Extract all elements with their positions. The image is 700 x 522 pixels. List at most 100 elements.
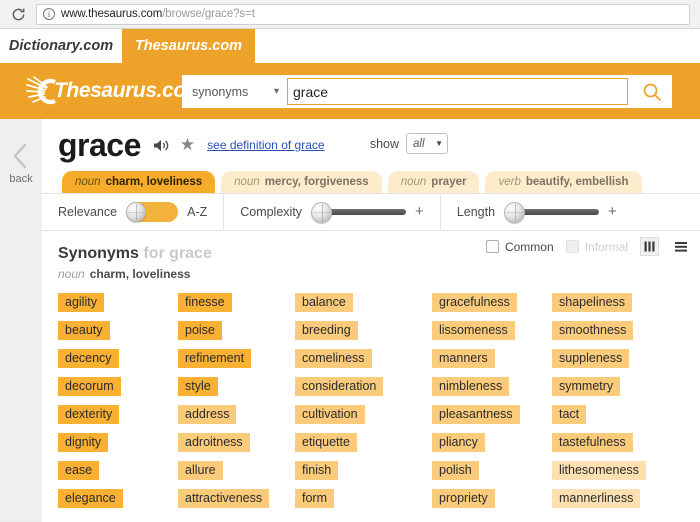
relevance-toggle-knob[interactable] [126, 202, 147, 222]
caret-down-icon: ▼ [435, 139, 443, 148]
synonym-item[interactable]: decency [58, 349, 119, 368]
length-slider-knob[interactable] [504, 201, 526, 223]
length-slider-track[interactable] [521, 209, 600, 215]
search-icon[interactable] [632, 75, 672, 108]
sense-tab-strip: noun charm, loveliness noun mercy, forgi… [42, 171, 700, 193]
synonym-item[interactable]: style [178, 377, 218, 396]
synonym-item[interactable]: pleasantness [432, 405, 520, 424]
common-checkbox[interactable]: Common [485, 239, 554, 254]
synonym-item[interactable]: smoothness [552, 321, 634, 340]
synonym-item[interactable]: shapeliness [552, 293, 633, 312]
relevance-toggle[interactable] [126, 202, 179, 222]
synonym-item[interactable]: comeliness [295, 349, 372, 368]
synonym-item[interactable]: elegance [58, 489, 123, 508]
site-tab-thesaurus[interactable]: Thesaurus.com [122, 29, 255, 63]
sense-tab-2[interactable]: noun prayer [387, 171, 480, 193]
address-bar[interactable]: i www.thesaurus.com/browse/grace?s=t [36, 3, 690, 25]
complexity-slider[interactable]: + [311, 201, 424, 223]
complexity-slider-track[interactable] [328, 209, 407, 215]
synonym-item[interactable]: dexterity [58, 405, 120, 424]
informal-checkbox-label: Informal [584, 239, 628, 254]
synonym-item[interactable]: tastefulness [552, 433, 633, 452]
synonyms-sub-pos: noun [58, 267, 85, 281]
url-host: www.thesaurus.com [61, 8, 163, 20]
complexity-slider-knob[interactable] [311, 201, 333, 223]
synonym-item[interactable]: adroitness [178, 433, 250, 452]
synonym-item[interactable]: breeding [295, 321, 358, 340]
synonyms-column-3: balance breeding comeliness consideration cu… [295, 293, 432, 508]
site-logo[interactable]: Thesaurus.com [26, 74, 204, 108]
synonym-item[interactable]: symmetry [552, 377, 621, 396]
common-checkbox-label: Common [504, 239, 554, 254]
sense-tab-1[interactable]: noun mercy, forgiveness [221, 171, 382, 193]
page-info-icon[interactable]: i [43, 8, 55, 20]
synonym-item[interactable]: finesse [178, 293, 232, 312]
synonym-item[interactable]: dignity [58, 433, 109, 452]
synonym-item[interactable]: ease [58, 461, 100, 480]
synonym-item[interactable]: nimbleness [432, 377, 510, 396]
synonym-item[interactable]: decorum [58, 377, 121, 396]
synonym-item[interactable]: lissomeness [432, 321, 515, 340]
sense-tab-1-gloss: mercy, forgiveness [264, 176, 369, 188]
synonym-item[interactable]: attractiveness [178, 489, 270, 508]
content-card: grace ★ see definition of grace show all… [42, 119, 700, 522]
reload-icon[interactable] [8, 4, 28, 24]
show-select[interactable]: all ▼ [406, 133, 448, 154]
synonym-item[interactable]: lithesomeness [552, 461, 646, 480]
sense-tab-0[interactable]: noun charm, loveliness [62, 171, 216, 193]
filter-length: Length + [441, 193, 633, 231]
star-icon[interactable]: ★ [180, 135, 195, 155]
synonym-item[interactable]: refinement [178, 349, 252, 368]
synonym-item[interactable]: etiquette [295, 433, 357, 452]
synonym-item[interactable]: poise [178, 321, 222, 340]
speaker-icon[interactable] [153, 138, 170, 153]
synonyms-column-1: agility beauty decency decorum dexterity dign… [58, 293, 178, 508]
relevance-az-label: A-Z [187, 205, 208, 219]
see-definition-link[interactable]: see definition of grace [207, 138, 324, 152]
filter-complexity: Complexity + [224, 193, 441, 231]
site-tab-dictionary[interactable]: Dictionary.com [0, 29, 122, 63]
synonym-item[interactable]: polish [432, 461, 479, 480]
common-checkbox-box[interactable] [485, 240, 499, 253]
back-label: back [9, 173, 33, 185]
synonym-item[interactable]: manners [432, 349, 495, 368]
back-button[interactable]: back [0, 119, 42, 515]
synonym-item[interactable]: propriety [432, 489, 495, 508]
filter-complexity-label: Complexity [240, 205, 303, 219]
synonym-item[interactable]: consideration [295, 377, 384, 396]
synonym-item[interactable]: form [295, 489, 334, 508]
synonym-item[interactable]: gracefulness [432, 293, 517, 312]
filter-length-label: Length [456, 205, 496, 219]
search-input[interactable] [287, 78, 628, 105]
list-view-icon[interactable] [671, 237, 690, 256]
synonym-item[interactable]: balance [295, 293, 353, 312]
sense-tab-1-pos: noun [234, 176, 260, 188]
filter-bar: Relevance A-Z Complexity + Length + [42, 193, 700, 231]
show-label: show [369, 136, 399, 151]
synonym-item[interactable]: address [178, 405, 237, 424]
sense-tab-0-pos: noun [75, 176, 101, 188]
sense-tab-3[interactable]: verb beautify, embellish [485, 171, 642, 193]
synonym-item[interactable]: agility [58, 293, 104, 312]
chevron-down-icon: ▾ [273, 86, 279, 97]
synonym-item[interactable]: allure [178, 461, 223, 480]
synonyms-column-2: finesse poise refinement style address adroit… [178, 293, 295, 508]
synonym-item[interactable]: mannerliness [552, 489, 641, 508]
synonym-item[interactable]: beauty [58, 321, 110, 340]
url-text: www.thesaurus.com/browse/grace?s=t [61, 8, 255, 20]
synonyms-column-4: gracefulness lissomeness manners nimbleness… [432, 293, 552, 508]
search-bar: synonyms ▾ [182, 75, 672, 108]
synonym-item[interactable]: suppleness [552, 349, 630, 368]
url-path: /browse/grace?s=t [162, 8, 255, 20]
synonym-item[interactable]: cultivation [295, 405, 365, 424]
site-tab-dictionary-label: Dictionary.com [8, 38, 114, 54]
complexity-plus-icon[interactable]: + [415, 204, 424, 219]
informal-checkbox: Informal [565, 239, 628, 254]
grid-view-icon[interactable] [640, 237, 659, 256]
synonym-item[interactable]: pliancy [432, 433, 485, 452]
synonym-item[interactable]: tact [552, 405, 587, 424]
search-type-select[interactable]: synonyms ▾ [182, 75, 287, 108]
length-plus-icon[interactable]: + [608, 204, 617, 219]
length-slider[interactable]: + [504, 201, 617, 223]
synonym-item[interactable]: finish [295, 461, 339, 480]
